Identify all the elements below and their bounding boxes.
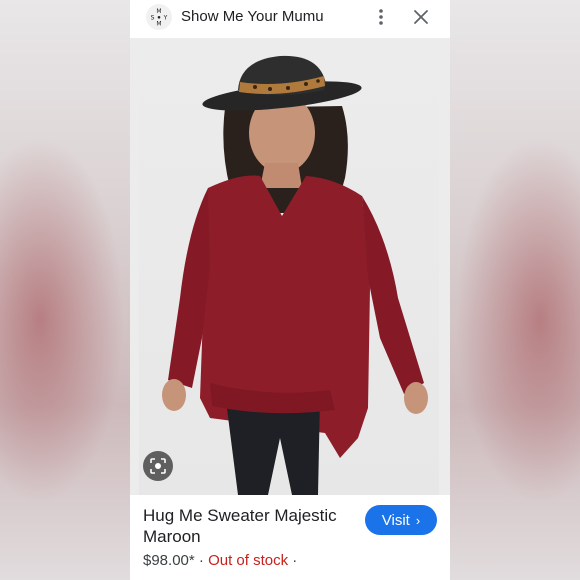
- svg-text:Y: Y: [163, 15, 168, 22]
- separator: ·: [198, 552, 204, 569]
- product-card: M S Y M Show Me Your Mumu Hug Me Sweater…: [130, 0, 450, 580]
- smym-logo-icon: M S Y M: [151, 8, 168, 28]
- close-button[interactable]: [412, 8, 430, 26]
- price-row: $98.00* · Out of stock ·: [143, 552, 297, 569]
- svg-text:M: M: [156, 8, 161, 15]
- price: $98.00*: [143, 552, 195, 569]
- product-title[interactable]: Hug Me Sweater Majestic Maroon: [143, 505, 358, 547]
- product-image[interactable]: [130, 38, 450, 495]
- stock-status: Out of stock: [208, 552, 289, 569]
- model-illustration: [162, 55, 428, 495]
- lens-search-button[interactable]: [143, 451, 173, 481]
- more-options-button[interactable]: [373, 7, 389, 27]
- svg-text:S: S: [151, 15, 155, 22]
- image-search-icon: [150, 458, 166, 474]
- separator-trailing: ·: [292, 552, 298, 569]
- svg-text:M: M: [156, 21, 161, 28]
- card-header: M S Y M Show Me Your Mumu: [130, 0, 450, 36]
- visit-button-label: Visit: [381, 511, 410, 529]
- more-vert-icon: [379, 9, 383, 25]
- chevron-right-icon: ›: [415, 512, 421, 528]
- site-name: Show Me Your Mumu: [181, 8, 324, 25]
- site-logo[interactable]: M S Y M: [146, 4, 172, 30]
- close-icon: [414, 10, 428, 24]
- visit-button[interactable]: Visit ›: [365, 505, 437, 535]
